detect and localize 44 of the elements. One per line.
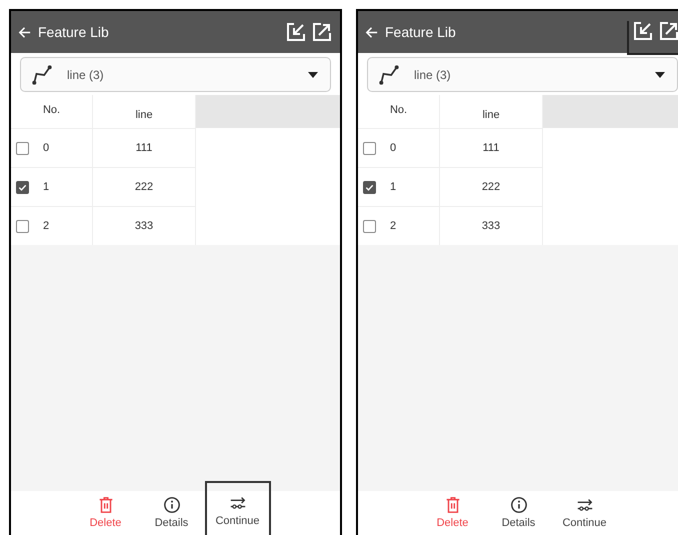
checkbox[interactable] bbox=[16, 142, 29, 154]
export-icon[interactable] bbox=[659, 21, 678, 41]
checkbox[interactable] bbox=[363, 142, 376, 154]
trash-icon bbox=[96, 496, 114, 514]
screen-title: Feature Lib bbox=[385, 24, 457, 40]
back-arrow-icon[interactable] bbox=[364, 24, 379, 40]
toolbar-button[interactable]: Delete bbox=[72, 491, 138, 535]
column-header: No. bbox=[358, 95, 440, 128]
layer-dropdown[interactable]: line (3) bbox=[367, 57, 678, 92]
row-number: 0 bbox=[43, 142, 50, 154]
import-icon[interactable] bbox=[286, 22, 306, 42]
polyline-icon bbox=[378, 64, 400, 86]
back-arrow-icon[interactable] bbox=[17, 24, 32, 40]
toolbar-button[interactable]: Details bbox=[138, 491, 204, 535]
table-cell: 333 bbox=[134, 220, 154, 232]
checkbox[interactable] bbox=[16, 220, 29, 232]
caret-icon bbox=[308, 72, 318, 78]
trash-icon bbox=[444, 496, 462, 514]
import-icon[interactable] bbox=[633, 21, 653, 41]
checkbox[interactable] bbox=[16, 180, 29, 194]
layer-dropdown[interactable]: line (3) bbox=[20, 57, 331, 92]
table-cell: 222 bbox=[482, 181, 500, 193]
toolbar-button[interactable]: Continue bbox=[552, 491, 618, 535]
info-icon bbox=[510, 496, 528, 514]
table-cell: 111 bbox=[136, 142, 152, 154]
checkbox[interactable] bbox=[363, 180, 376, 194]
screen-title: Feature Lib bbox=[38, 24, 110, 40]
row-number: 1 bbox=[390, 181, 396, 193]
toolbar-button[interactable]: Details bbox=[486, 491, 552, 535]
row-number: 1 bbox=[43, 181, 50, 193]
info-icon bbox=[162, 496, 180, 514]
table-cell: 222 bbox=[134, 181, 154, 193]
toolbar-button[interactable]: Delete bbox=[420, 491, 486, 535]
export-icon[interactable] bbox=[312, 22, 332, 42]
row-number: 0 bbox=[390, 142, 396, 154]
polyline-icon bbox=[31, 64, 53, 86]
row-number: 2 bbox=[43, 220, 50, 232]
table-cell: 333 bbox=[482, 220, 500, 232]
toolbar-button[interactable]: Continue bbox=[204, 481, 270, 535]
caret-icon bbox=[655, 72, 665, 78]
column-header: No. bbox=[11, 95, 93, 128]
table-cell: 111 bbox=[482, 142, 500, 154]
row-number: 2 bbox=[390, 220, 396, 232]
checkbox[interactable] bbox=[363, 220, 376, 232]
